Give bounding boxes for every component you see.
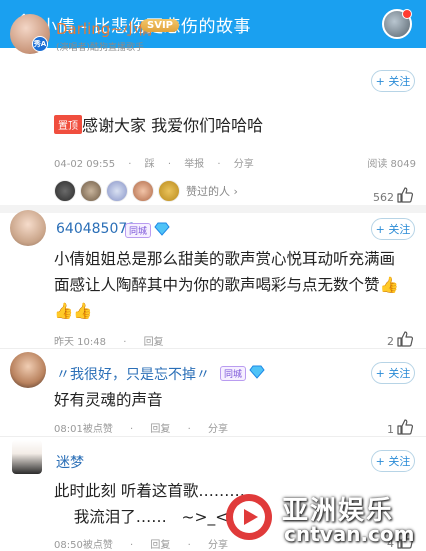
commenter-avatar[interactable] [10, 210, 46, 246]
comment-meta: 昨天 10:48 · 回复 [54, 333, 178, 348]
follow-button[interactable]: + 关注 [371, 450, 415, 472]
comment-text-line: 好有灵魂的声音 [54, 391, 163, 409]
verify-badge: 秀A [32, 36, 48, 52]
comment-meta: 08:01被点赞 · 回复 · 分享 [54, 420, 242, 435]
comment-meta: 08:50被点赞 · 回复 · 分享 [54, 536, 242, 551]
watermark-url: cntvan.com [284, 522, 415, 546]
likers-row[interactable]: 赞过的人 › [54, 180, 238, 202]
share-button[interactable]: 分享 [234, 159, 254, 170]
report-button[interactable]: 举报 [184, 159, 204, 170]
follow-button[interactable]: + 关注 [371, 70, 415, 92]
svip-badge: SVIP [141, 19, 179, 32]
dot-separator: · [130, 540, 134, 551]
diamond-icon [249, 365, 265, 379]
notification-dot [402, 9, 412, 19]
reply-button[interactable]: 回复 [150, 424, 170, 435]
like-count: 562 [373, 191, 394, 204]
local-badge: 同城 [220, 366, 247, 381]
read-count: 阅读 8049 [367, 159, 416, 170]
likers-label[interactable]: 赞过的人 › [186, 183, 238, 199]
like-count: 2 [387, 335, 394, 348]
reply-button[interactable]: 回复 [144, 337, 164, 348]
author-name[interactable]: Darling~小倩 [56, 18, 153, 39]
liker-avatar[interactable] [106, 180, 128, 202]
comment-time: 08:50被点赞 [54, 540, 113, 551]
reply-button[interactable]: 回复 [150, 540, 170, 551]
like-button[interactable]: 2 [387, 330, 414, 348]
comment-text-line: 👍👍 [54, 302, 93, 320]
like-button[interactable]: 1 [387, 418, 414, 436]
liker-avatar[interactable] [132, 180, 154, 202]
post-meta: 04-02 09:55 · 踩 · 举报 · 分享 [54, 155, 264, 170]
comment-text-line: 我流泪了…… ~>_<~ [54, 508, 242, 526]
thumbs-up-icon [397, 419, 414, 435]
user-avatar[interactable] [382, 9, 412, 39]
comment-time: 08:01被点赞 [54, 424, 113, 435]
liker-avatar[interactable] [80, 180, 102, 202]
liker-avatar[interactable] [54, 180, 76, 202]
like-count: 1 [387, 423, 394, 436]
dot-separator: · [187, 424, 191, 435]
post-time: 04-02 09:55 [54, 159, 116, 170]
dot-separator: · [167, 159, 171, 170]
follow-button[interactable]: + 关注 [371, 218, 415, 240]
dot-separator: · [217, 159, 221, 170]
comment-text-line: 面感让人陶醉其中为你的歌声喝彩与点无数个赞👍 [54, 276, 399, 294]
like-button[interactable]: 562 [373, 186, 414, 204]
section-divider [0, 205, 426, 213]
watermark-logo [226, 494, 272, 540]
play-icon [233, 501, 265, 533]
author-subtitle: (演唱者)酷狗直播歌手 [56, 43, 145, 53]
dot-separator: · [128, 159, 132, 170]
local-badge: 同城 [125, 223, 152, 238]
comment-text-line: 此时此刻 听着这首歌……… [54, 482, 245, 500]
share-button[interactable]: 分享 [208, 424, 228, 435]
commenter-avatar[interactable] [12, 440, 42, 474]
post-text: 感谢大家 我爱你们哈哈哈 [82, 116, 264, 135]
comment-time: 昨天 10:48 [54, 337, 106, 348]
watermark: 亚洲娱乐 cntvan.com [220, 488, 426, 550]
dot-separator: · [187, 540, 191, 551]
dislike-button[interactable]: 踩 [145, 159, 155, 170]
dot-separator: · [123, 337, 127, 348]
comment-divider [0, 436, 426, 437]
comment-text-line: 小倩姐姐总是那么甜美的歌声赏心悦耳动听充满画 [54, 250, 396, 268]
pin-tag: 置顶 [54, 115, 82, 134]
commenter-name[interactable]: 〃我很好，只是忘不掉〃 [56, 364, 210, 384]
diamond-icon [154, 222, 170, 236]
thumbs-up-icon [397, 187, 414, 203]
commenter-name[interactable]: 迷梦 [56, 452, 84, 472]
follow-button[interactable]: + 关注 [371, 362, 415, 384]
commenter-avatar[interactable] [10, 352, 46, 388]
thumbs-up-icon [397, 331, 414, 347]
liker-avatar[interactable] [158, 180, 180, 202]
dot-separator: · [130, 424, 134, 435]
comment-divider [0, 348, 426, 349]
